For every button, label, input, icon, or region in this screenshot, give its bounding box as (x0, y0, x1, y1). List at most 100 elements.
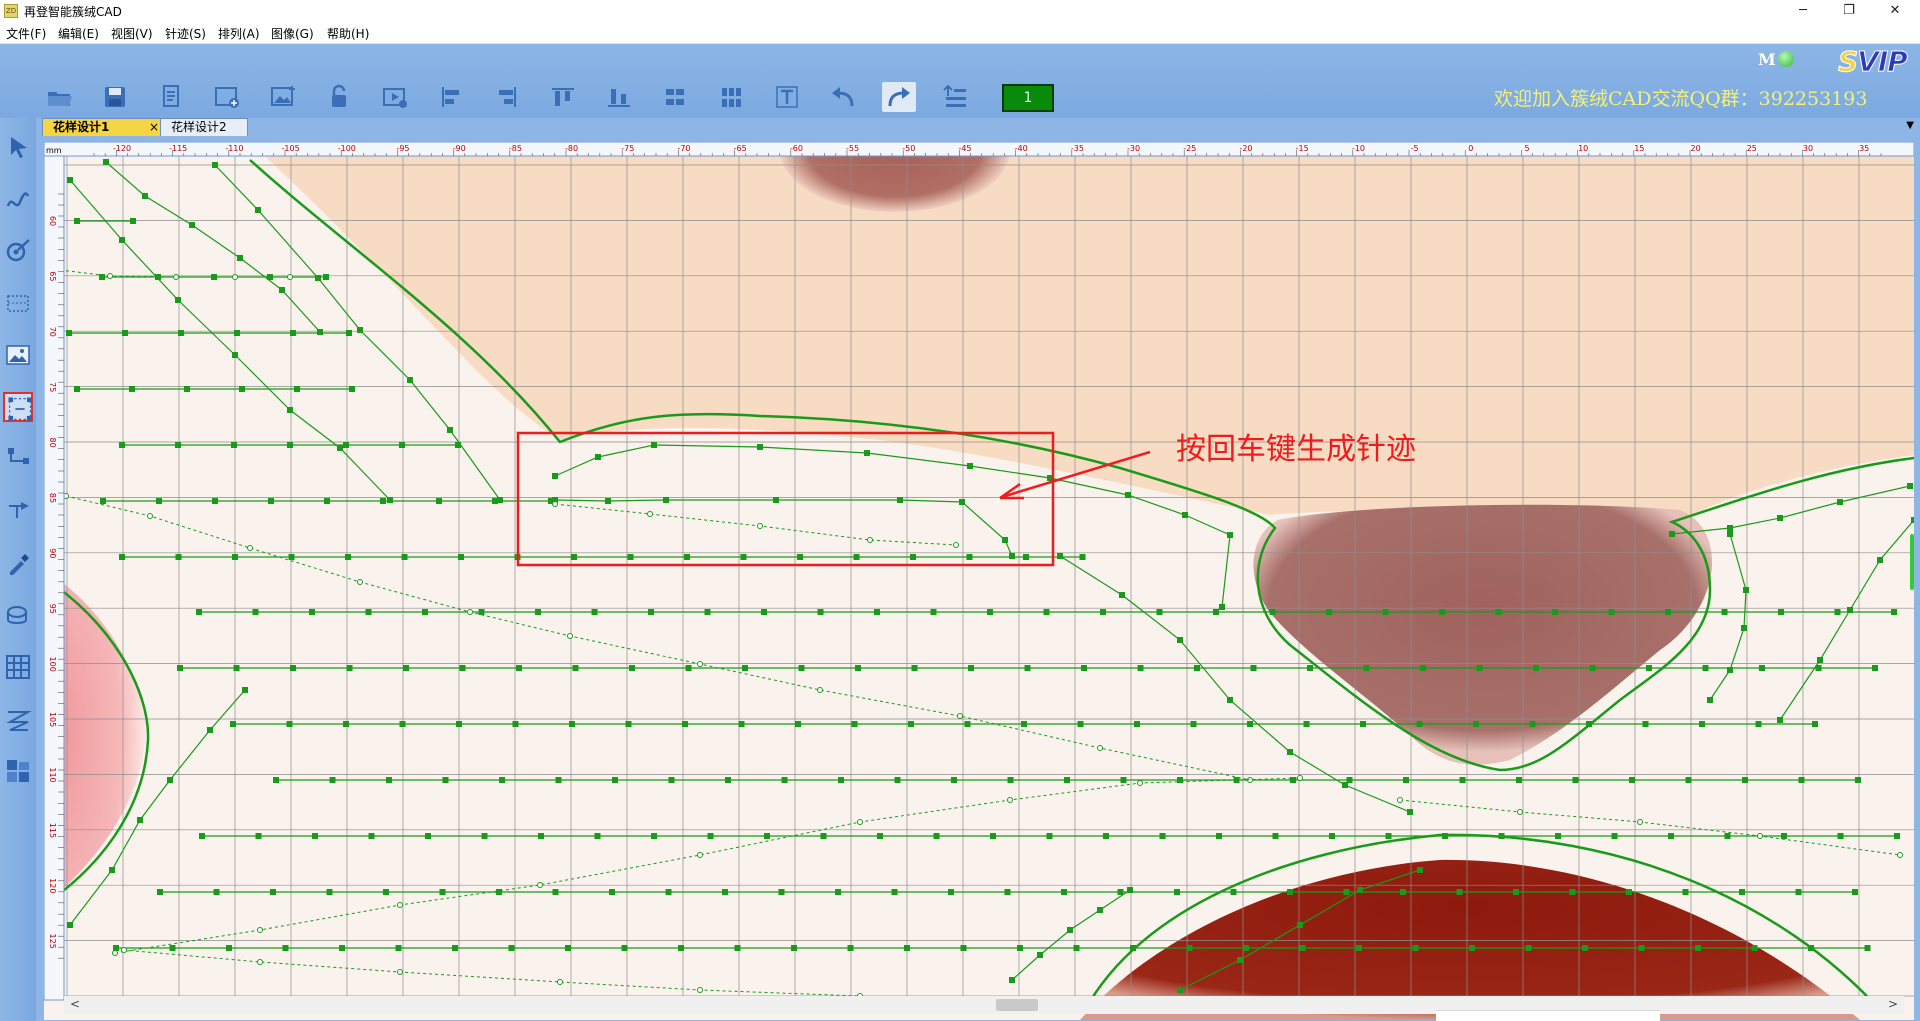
scroll-right-icon[interactable]: > (1888, 997, 1898, 1011)
stitch-point (175, 442, 181, 448)
svip-badge[interactable]: SVIP (1836, 44, 1918, 85)
ruler-x-label: -5 (1411, 144, 1419, 153)
unlock-icon[interactable] (322, 82, 356, 112)
undo-icon[interactable] (826, 82, 860, 112)
eyedropper-icon[interactable] (3, 548, 33, 578)
menu-stitch[interactable]: 针迹(S) (165, 25, 206, 42)
ruler-y-label: 65 (48, 271, 57, 281)
stitch-point (232, 554, 238, 560)
vertical-scroll-thumb[interactable] (1910, 534, 1914, 590)
stitch-point (496, 889, 502, 895)
save-icon[interactable] (98, 82, 132, 112)
redo-icon[interactable] (882, 82, 916, 112)
horizontal-scroll-thumb[interactable] (996, 999, 1038, 1011)
stitch-point (1751, 945, 1758, 951)
stitch-point (1525, 945, 1532, 951)
tab-list-dropdown-icon[interactable]: ▼ (1906, 120, 1914, 131)
fill-bucket-icon[interactable] (3, 600, 33, 630)
video-play-icon[interactable] (378, 82, 412, 112)
stitch-point (853, 554, 860, 560)
stitch-point (1299, 945, 1306, 951)
close-tab-icon[interactable]: × (149, 119, 159, 136)
layer-number-display[interactable]: 1 (1002, 84, 1054, 112)
text-tool-icon[interactable] (770, 82, 804, 112)
stitch-point (1250, 665, 1257, 671)
ruler-x-label: -30 (1127, 144, 1140, 153)
grid-icon[interactable] (3, 652, 33, 682)
ruler-y-label: 110 (48, 767, 57, 782)
menu-view[interactable]: 视图(V) (111, 25, 153, 42)
menu-help[interactable]: 帮助(H) (327, 25, 369, 42)
stitch-travel-point (697, 661, 703, 667)
stitch-travel-point (1517, 809, 1523, 815)
menu-bar: 文件(F) 编辑(E) 视图(V) 针迹(S) 排列(A) 图像(G) 帮助(H… (0, 22, 1920, 44)
stitch-point (315, 275, 321, 281)
stitch-point (436, 498, 442, 504)
align-left-icon[interactable] (434, 82, 468, 112)
pointer-arrow-icon[interactable] (3, 133, 33, 163)
open-folder-icon[interactable] (42, 82, 76, 112)
image-icon[interactable] (3, 340, 33, 370)
distribute-vertical-icon[interactable] (714, 82, 748, 112)
minimize-button[interactable]: ─ (1780, 0, 1826, 22)
select-rect-icon[interactable] (3, 288, 33, 318)
stitch-point (1057, 553, 1063, 559)
menu-file[interactable]: 文件(F) (6, 25, 46, 42)
hatch-fill-icon[interactable] (3, 704, 33, 734)
stitch-point (1125, 492, 1131, 498)
generate-stitch-icon[interactable] (3, 392, 33, 422)
pattern-artwork[interactable]: mm -120 -115 -110 -105 -100 -95 -90 -85 -80 -75 -70… (44, 142, 1914, 1020)
add-image-icon[interactable] (266, 82, 300, 112)
stitch-point (987, 609, 993, 615)
stitch-point (458, 554, 464, 560)
tab-pattern-design-2[interactable]: 花样设计2 (160, 118, 248, 136)
stitch-point (682, 721, 688, 727)
document-list-icon[interactable] (154, 82, 188, 112)
tab-pattern-design-1[interactable]: 花样设计1 × (42, 118, 164, 136)
new-window-icon[interactable] (210, 82, 244, 112)
stitch-point (1877, 557, 1883, 563)
curve-draw-icon[interactable] (3, 184, 33, 214)
distribute-horizontal-icon[interactable] (658, 82, 692, 112)
align-right-icon[interactable] (490, 82, 524, 112)
scroll-left-icon[interactable]: < (70, 997, 80, 1011)
stitch-point (167, 777, 173, 783)
ruler-y-label: 100 (48, 657, 57, 672)
stitch-point (1073, 945, 1080, 951)
stitch-point (605, 498, 611, 504)
stitch-point (1420, 665, 1426, 671)
ruler-x-label: 15 (1634, 144, 1644, 153)
close-button[interactable]: ✕ (1872, 0, 1918, 22)
ruler-y-label: 95 (48, 604, 57, 614)
stitch-point (1742, 777, 1748, 783)
edit-node-icon[interactable] (3, 236, 33, 266)
stitch-point (1552, 609, 1558, 615)
maximize-button[interactable]: ❐ (1826, 0, 1872, 22)
ruler-x-label: -95 (396, 144, 409, 153)
menu-arrange[interactable]: 排列(A) (218, 25, 260, 42)
stitch-point (287, 407, 293, 413)
stitch-point (1894, 833, 1900, 839)
menu-image[interactable]: 图像(G) (271, 25, 314, 42)
list-order-icon[interactable] (938, 82, 972, 112)
connect-path-icon[interactable] (3, 444, 33, 474)
design-canvas[interactable]: mm -120 -115 -110 -105 -100 -95 -90 -85 -80 -75 -70… (44, 142, 1914, 1020)
stitch-point (1759, 665, 1765, 671)
stitch-point (282, 945, 289, 951)
stitch-point (933, 833, 940, 839)
ruler-x-label: 10 (1578, 144, 1588, 153)
stitch-point (1307, 665, 1313, 671)
align-bottom-icon[interactable] (602, 82, 636, 112)
stitch-point (565, 945, 571, 951)
layer-blocks-icon[interactable] (3, 756, 33, 786)
stitch-point (1186, 945, 1193, 951)
menu-edit[interactable]: 编辑(E) (58, 25, 99, 42)
stitch-point (1159, 833, 1166, 839)
align-top-icon[interactable] (546, 82, 580, 112)
stitch-point (1469, 945, 1475, 951)
ruler-x-label: -115 (169, 144, 187, 153)
start-point-icon[interactable] (3, 496, 33, 526)
stitch-point (157, 889, 163, 895)
stitch-point (1699, 721, 1705, 727)
stitch-travel-point (697, 987, 703, 993)
